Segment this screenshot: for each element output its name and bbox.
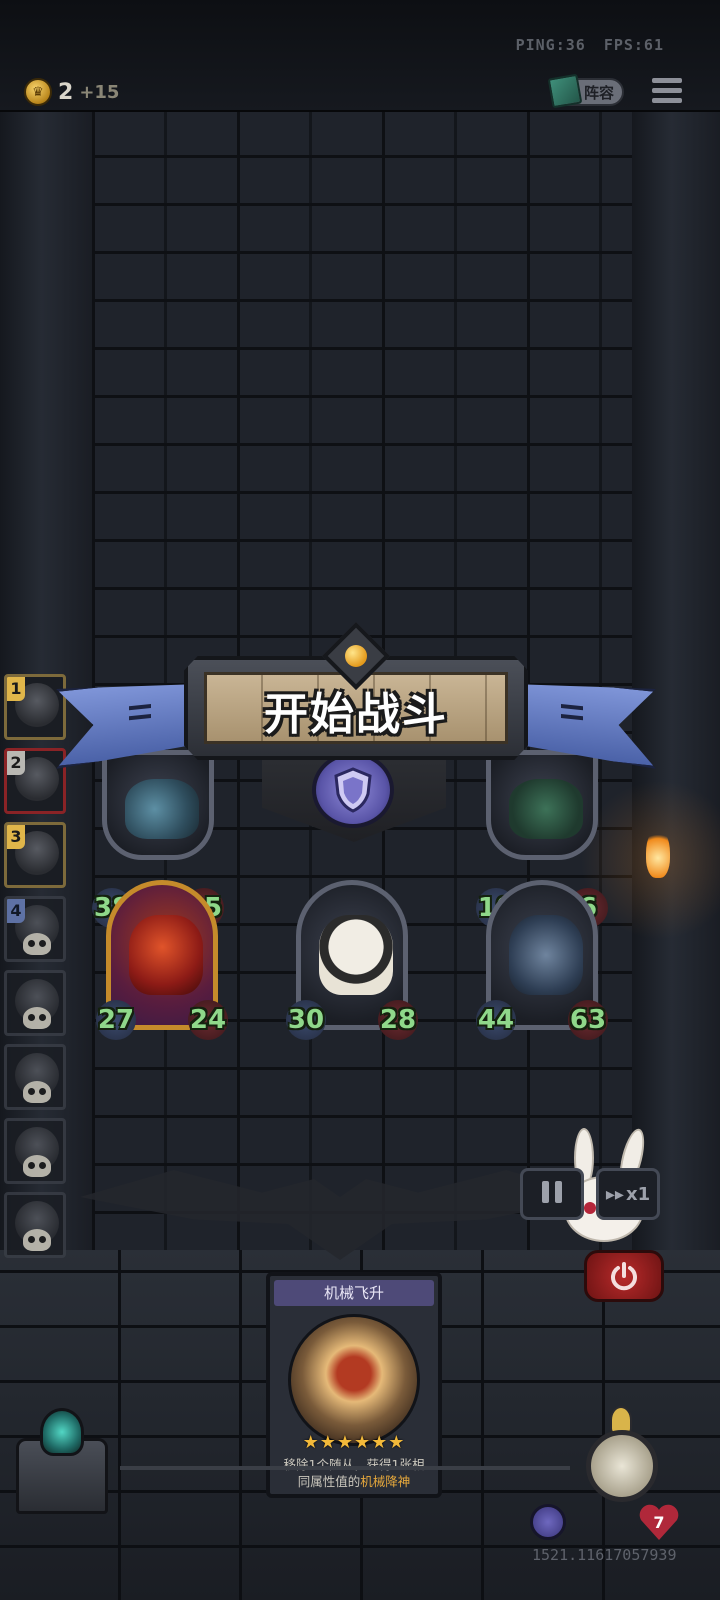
roster-slot[interactable] [4, 1192, 66, 1258]
minion-attack: 27 [96, 1000, 136, 1040]
lantern-icon [40, 1408, 84, 1456]
roster-slot[interactable] [4, 1044, 66, 1110]
shark-portrait [509, 915, 583, 995]
power-button[interactable] [584, 1250, 664, 1302]
roster-rank: 1 [7, 677, 25, 701]
network-stats: PING:36 FPS:61 [516, 36, 664, 54]
minion-health: 28 [378, 1000, 418, 1040]
dragon-portrait [125, 779, 199, 839]
roster-slot[interactable]: 3 [4, 822, 66, 888]
armor-shield-icon [530, 1504, 566, 1540]
speed-label: x1 [625, 1183, 651, 1205]
coin-counter: ♛ 2 +15 [24, 78, 119, 106]
card-stars: ★★★★★★ [302, 1432, 406, 1453]
progress-track [120, 1466, 570, 1470]
power-icon [611, 1262, 637, 1291]
spell-card[interactable]: 机械飞升 ★★★★★★ 移除1个随从，获得1张相同属性值的机械降神 [266, 1272, 442, 1498]
demon-portrait [129, 915, 203, 995]
pause-icon [539, 1180, 565, 1208]
speed-button[interactable]: ▸▸ x1 [596, 1168, 660, 1220]
minion-attack: 30 [286, 1000, 326, 1040]
roster-rank: 2 [7, 751, 25, 775]
coin-count: 2 [58, 79, 74, 105]
clock-dial-icon [586, 1430, 658, 1502]
player-minion[interactable]: 44 63 [476, 880, 608, 1040]
fps-readout: FPS:61 [603, 36, 664, 54]
skull-icon [23, 1155, 51, 1177]
hero-portrait[interactable] [4, 1408, 124, 1518]
roster-rank: 4 [7, 899, 25, 923]
roster-slot[interactable] [4, 970, 66, 1036]
skull-icon [23, 1007, 51, 1029]
cow-portrait [319, 915, 393, 995]
player-minion[interactable]: 30 28 [286, 880, 418, 1040]
lineup-button[interactable]: 阵容 [547, 73, 625, 109]
shaman-portrait [509, 779, 583, 839]
card-art [288, 1314, 420, 1446]
coin-icon: ♛ [24, 78, 52, 106]
minion-health: 63 [568, 1000, 608, 1040]
hamburger-menu-icon[interactable] [652, 78, 682, 106]
ping-readout: PING:36 [515, 36, 586, 54]
pause-button[interactable] [520, 1168, 584, 1220]
shield-icon [334, 767, 372, 813]
card-name: 机械飞升 [274, 1280, 434, 1306]
card-desc-highlight: 机械降神 [360, 1474, 411, 1489]
lineup-label: 阵容 [584, 83, 615, 102]
roster-slot[interactable]: 4 [4, 896, 66, 962]
skull-icon [23, 1081, 51, 1103]
roster-rank: 3 [7, 825, 25, 849]
coin-bonus: +15 [79, 81, 120, 103]
book-icon [547, 73, 583, 109]
start-battle-banner: 开始战斗 [56, 622, 656, 768]
skull-icon [23, 1229, 51, 1251]
turn-timer[interactable] [566, 1400, 686, 1520]
card-description: 移除1个随从，获得1张相同属性值的机械降神 [278, 1456, 430, 1490]
fast-forward-icon: ▸▸ [605, 1183, 624, 1205]
torch-flame-icon [646, 828, 670, 878]
user-id: 1521.11617057939 [532, 1546, 677, 1564]
minion-attack: 44 [476, 1000, 516, 1040]
roster-slot[interactable] [4, 1118, 66, 1184]
skull-icon [23, 933, 51, 955]
player-health: 7 [653, 1512, 665, 1532]
player-minion[interactable]: 27 24 [96, 880, 228, 1040]
minion-health: 24 [188, 1000, 228, 1040]
battle-scene: PING:36 FPS:61 ♛ 2 +15 阵容 1 2 3 4 27 24 … [0, 0, 720, 1600]
